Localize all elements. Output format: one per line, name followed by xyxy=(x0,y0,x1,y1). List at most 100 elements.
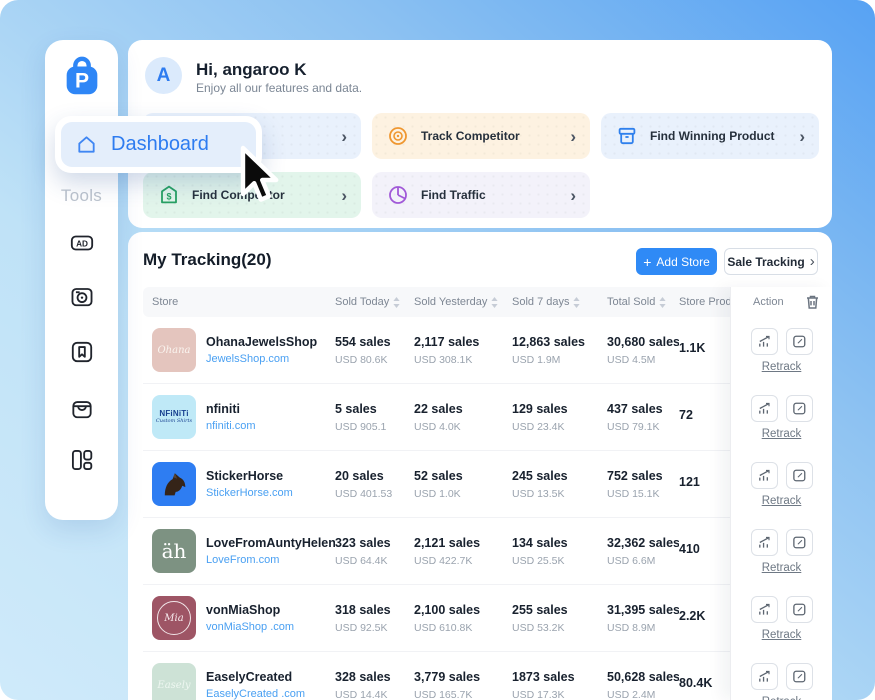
table-row: Mia vonMiaShop vonMiaShop .com 318 sales… xyxy=(143,585,730,652)
column-label: Store Products xyxy=(679,296,730,308)
action-header: Action xyxy=(731,287,832,317)
svg-text:AD: AD xyxy=(76,239,88,248)
stats-button[interactable] xyxy=(751,663,778,690)
edit-button[interactable] xyxy=(786,462,813,489)
edit-icon xyxy=(792,669,807,684)
action-body: Retrack Retrack xyxy=(731,317,832,700)
usd-value: USD 15.1K xyxy=(607,488,679,500)
action-panel: Action xyxy=(730,287,832,700)
retrack-link[interactable]: Retrack xyxy=(762,629,802,641)
stats-button[interactable] xyxy=(751,596,778,623)
chart-icon xyxy=(757,669,772,684)
sales-value: 2,121 sales xyxy=(414,536,512,550)
retrack-link[interactable]: Retrack xyxy=(762,495,802,507)
sold-today-cell: 318 sales USD 92.5K xyxy=(335,603,414,634)
trash-icon xyxy=(805,294,820,310)
store-cell: StickerHorse StickerHorse.com xyxy=(143,462,335,506)
feature-card-find-competitor[interactable]: $ Find Competitor › xyxy=(143,172,361,218)
feature-card-label: Find Competitor xyxy=(192,188,285,202)
products-count: 2.2K xyxy=(679,609,730,623)
sold-yesterday-cell: 3,779 sales USD 165.7K xyxy=(414,670,512,700)
sort-icon xyxy=(573,297,580,308)
usd-value: USD 80.6K xyxy=(335,354,414,366)
store-cell: NFiNiTi Custom Shirts nfiniti nfiniti.co… xyxy=(143,395,335,439)
store-products-cell: 1.1K xyxy=(679,341,730,360)
usd-value: USD 8.9M xyxy=(607,622,679,634)
column-action: Action xyxy=(753,296,805,308)
sold-yesterday-cell: 2,117 sales USD 308.1K xyxy=(414,335,512,366)
sales-value: 323 sales xyxy=(335,536,414,550)
feature-card-label: Find Traffic xyxy=(421,188,486,202)
chart-icon xyxy=(757,401,772,416)
store-name: EaselyCreated xyxy=(206,670,305,684)
store-domain-link[interactable]: StickerHorse.com xyxy=(206,487,293,499)
total-sold-cell: 437 sales USD 79.1K xyxy=(607,402,679,433)
row-actions: Retrack xyxy=(731,451,832,518)
retrack-link[interactable]: Retrack xyxy=(762,696,802,700)
edit-button[interactable] xyxy=(786,663,813,690)
store-cell: äh LoveFromAuntyHelen LoveFrom.com xyxy=(143,529,335,573)
store-avatar: äh xyxy=(152,529,196,573)
store-domain-link[interactable]: EaselyCreated .com xyxy=(206,688,305,700)
store-domain-link[interactable]: JewelsShop.com xyxy=(206,353,317,365)
stats-button[interactable] xyxy=(751,529,778,556)
store-domain-link[interactable]: nfiniti.com xyxy=(206,420,256,432)
stats-button[interactable] xyxy=(751,395,778,422)
usd-value: USD 165.7K xyxy=(414,689,512,700)
sales-value: 129 sales xyxy=(512,402,607,416)
store-cell: Mia vonMiaShop vonMiaShop .com xyxy=(143,596,335,640)
total-sold-cell: 50,628 sales USD 2.4M xyxy=(607,670,679,700)
chart-icon xyxy=(757,468,772,483)
store-products-cell: 121 xyxy=(679,475,730,494)
stats-button[interactable] xyxy=(751,328,778,355)
store-meta: OhanaJewelsShop JewelsShop.com xyxy=(206,335,317,365)
sidebar-item-bookmarks[interactable] xyxy=(67,337,97,367)
edit-icon xyxy=(792,334,807,349)
products-count: 121 xyxy=(679,475,730,489)
store-products-cell: 410 xyxy=(679,542,730,561)
feature-card-track-competitor[interactable]: Track Competitor › xyxy=(372,113,590,159)
retrack-link[interactable]: Retrack xyxy=(762,428,802,440)
sidebar-item-apps[interactable] xyxy=(67,445,97,475)
stats-button[interactable] xyxy=(751,462,778,489)
sidebar-item-record[interactable] xyxy=(67,282,97,312)
store-avatar: NFiNiTi Custom Shirts xyxy=(152,395,196,439)
sidebar-item-ads[interactable]: AD xyxy=(67,228,97,258)
edit-button[interactable] xyxy=(786,328,813,355)
add-store-button[interactable]: + Add Store xyxy=(636,248,717,275)
bookmark-book-icon xyxy=(69,339,95,365)
column-sold-7-days[interactable]: Sold 7 days xyxy=(512,296,607,308)
store-avatar-text: Easely xyxy=(157,680,190,691)
edit-button[interactable] xyxy=(786,395,813,422)
table-row: Easely EaselyCreated EaselyCreated .com … xyxy=(143,652,730,700)
sort-icon xyxy=(659,297,666,308)
retrack-link[interactable]: Retrack xyxy=(762,562,802,574)
store-cell: Ohana OhanaJewelsShop JewelsShop.com xyxy=(143,328,335,372)
retrack-link[interactable]: Retrack xyxy=(762,361,802,373)
column-sold-yesterday[interactable]: Sold Yesterday xyxy=(414,296,512,308)
store-meta: EaselyCreated EaselyCreated .com xyxy=(206,670,305,700)
sidebar-item-store[interactable] xyxy=(67,394,97,424)
table-row: NFiNiTi Custom Shirts nfiniti nfiniti.co… xyxy=(143,384,730,451)
column-label: Sold 7 days xyxy=(512,296,569,308)
edit-button[interactable] xyxy=(786,529,813,556)
column-total-sold[interactable]: Total Sold xyxy=(607,296,679,308)
pie-chart-icon xyxy=(386,183,410,207)
user-avatar[interactable]: A xyxy=(145,57,182,94)
edit-button[interactable] xyxy=(786,596,813,623)
delete-button[interactable] xyxy=(805,294,820,310)
sales-value: 20 sales xyxy=(335,469,414,483)
sidebar-item-dashboard[interactable]: Dashboard xyxy=(61,122,256,167)
store-domain-link[interactable]: LoveFrom.com xyxy=(206,554,335,566)
store-domain-link[interactable]: vonMiaShop .com xyxy=(206,621,294,633)
row-actions: Retrack xyxy=(731,384,832,451)
column-store-products[interactable]: Store Products xyxy=(679,296,730,308)
total-sold-cell: 32,362 sales USD 6.6M xyxy=(607,536,679,567)
chevron-right-icon: › xyxy=(810,254,815,269)
feature-card-find-winning-product[interactable]: Find Winning Product › xyxy=(601,113,819,159)
column-sold-today[interactable]: Sold Today xyxy=(335,296,414,308)
edit-icon xyxy=(792,535,807,550)
sold-yesterday-cell: 22 sales USD 4.0K xyxy=(414,402,512,433)
sale-tracking-button[interactable]: Sale Tracking › xyxy=(724,248,818,275)
feature-card-find-traffic[interactable]: Find Traffic › xyxy=(372,172,590,218)
